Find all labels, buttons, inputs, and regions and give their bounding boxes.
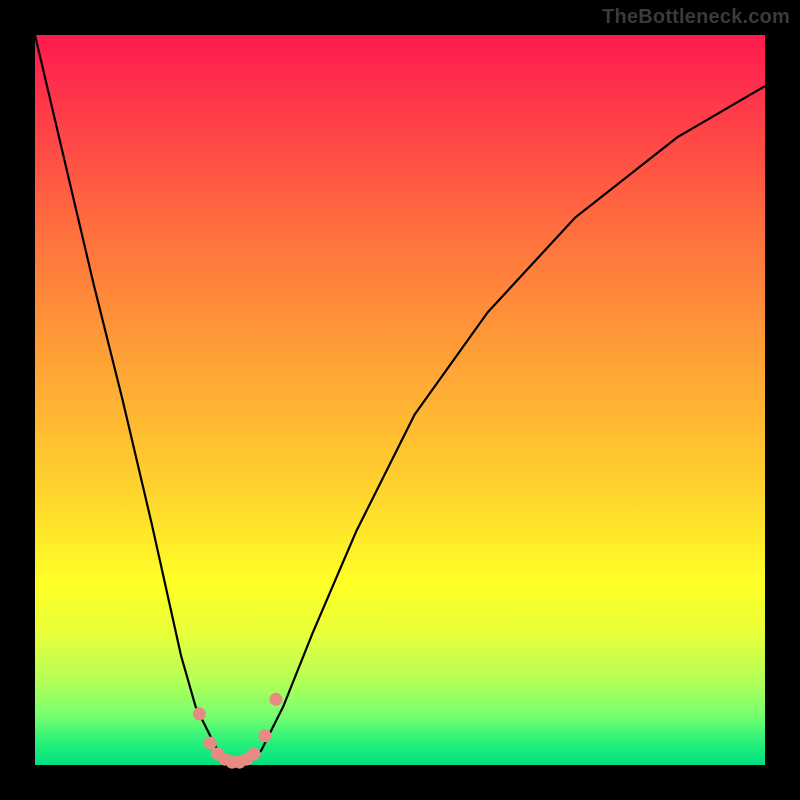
bottleneck-curve	[35, 35, 765, 765]
chart-plot-area	[35, 35, 765, 765]
marker-dot	[204, 737, 217, 750]
chart-svg	[35, 35, 765, 765]
near-minimum-dots	[193, 693, 283, 769]
watermark-text: TheBottleneck.com	[602, 6, 790, 29]
marker-dot	[248, 748, 261, 761]
marker-dot	[193, 707, 206, 720]
marker-dot	[269, 693, 282, 706]
marker-dot	[258, 729, 271, 742]
chart-frame: TheBottleneck.com	[0, 0, 800, 800]
